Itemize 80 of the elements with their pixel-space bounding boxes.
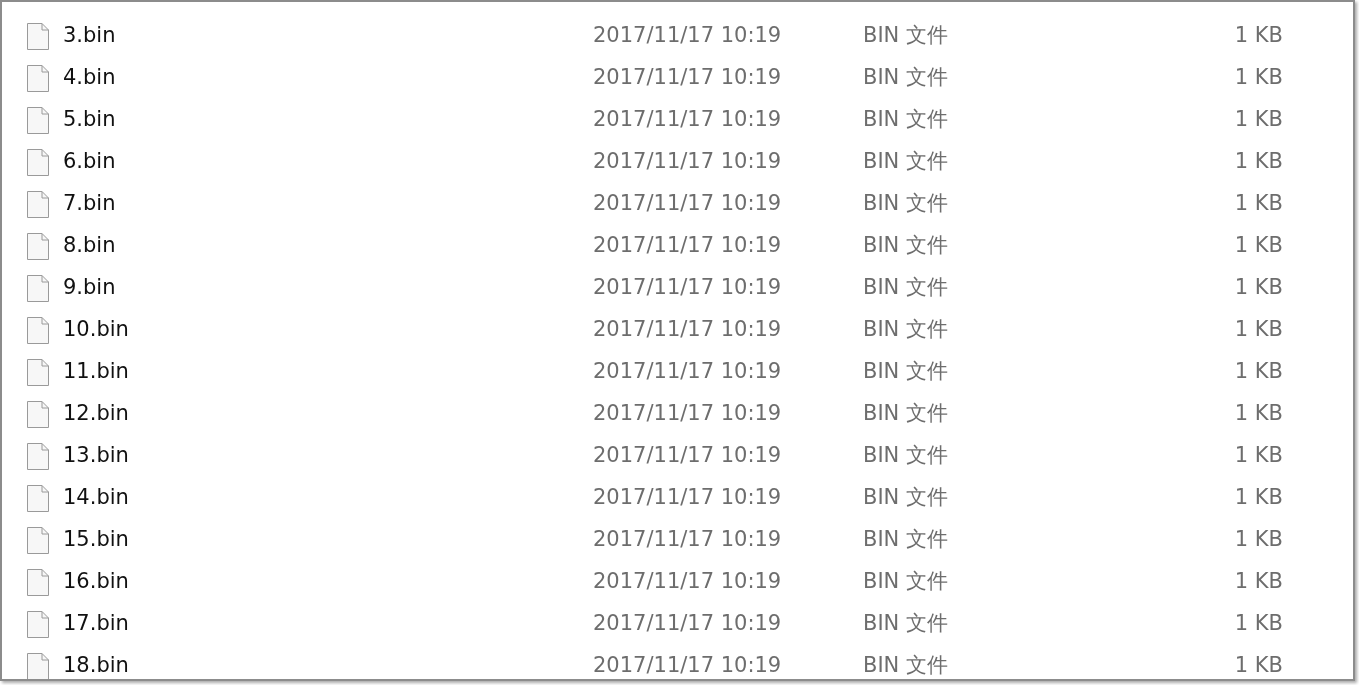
- file-type: BIN 文件: [863, 107, 948, 132]
- file-size: 1 KB: [1234, 485, 1283, 510]
- file-name[interactable]: 5.bin: [63, 107, 116, 132]
- file-size: 1 KB: [1234, 401, 1283, 426]
- file-icon: [27, 64, 49, 92]
- modified-date: 2017/11/17 10:19: [593, 275, 782, 300]
- file-icon: [27, 400, 49, 428]
- file-icon: [27, 652, 49, 679]
- file-name[interactable]: 14.bin: [63, 485, 129, 510]
- modified-date: 2017/11/17 10:19: [593, 317, 782, 342]
- file-name[interactable]: 4.bin: [63, 65, 116, 90]
- file-size: 1 KB: [1234, 107, 1283, 132]
- modified-date: 2017/11/17 10:19: [593, 485, 782, 510]
- file-name[interactable]: 13.bin: [63, 443, 129, 468]
- file-name[interactable]: 7.bin: [63, 191, 116, 216]
- file-type: BIN 文件: [863, 317, 948, 342]
- file-type: BIN 文件: [863, 401, 948, 426]
- file-size: 1 KB: [1234, 23, 1283, 48]
- file-name[interactable]: 8.bin: [63, 233, 116, 258]
- file-type: BIN 文件: [863, 191, 948, 216]
- modified-date: 2017/11/17 10:19: [593, 107, 782, 132]
- file-icon: [27, 484, 49, 512]
- file-size: 1 KB: [1234, 611, 1283, 636]
- file-name[interactable]: 16.bin: [63, 569, 129, 594]
- file-name[interactable]: 3.bin: [63, 23, 116, 48]
- file-icon: [27, 148, 49, 176]
- modified-date: 2017/11/17 10:19: [593, 401, 782, 426]
- file-type: BIN 文件: [863, 443, 948, 468]
- modified-date: 2017/11/17 10:19: [593, 653, 782, 678]
- file-name[interactable]: 12.bin: [63, 401, 129, 426]
- file-size: 1 KB: [1234, 317, 1283, 342]
- file-icon: [27, 610, 49, 638]
- file-name[interactable]: 17.bin: [63, 611, 129, 636]
- file-icon: [27, 316, 49, 344]
- modified-date: 2017/11/17 10:19: [593, 191, 782, 216]
- modified-date: 2017/11/17 10:19: [593, 359, 782, 384]
- file-name[interactable]: 10.bin: [63, 317, 129, 342]
- file-name[interactable]: 11.bin: [63, 359, 129, 384]
- file-icon: [27, 232, 49, 260]
- file-name[interactable]: 15.bin: [63, 527, 129, 552]
- file-size: 1 KB: [1234, 359, 1283, 384]
- file-size: 1 KB: [1234, 191, 1283, 216]
- file-type: BIN 文件: [863, 569, 948, 594]
- file-type: BIN 文件: [863, 149, 948, 174]
- file-type: BIN 文件: [863, 527, 948, 552]
- file-type: BIN 文件: [863, 653, 948, 678]
- modified-date: 2017/11/17 10:19: [593, 611, 782, 636]
- modified-date: 2017/11/17 10:19: [593, 149, 782, 174]
- file-type: BIN 文件: [863, 65, 948, 90]
- modified-date: 2017/11/17 10:19: [593, 527, 782, 552]
- file-type: BIN 文件: [863, 275, 948, 300]
- file-size: 1 KB: [1234, 65, 1283, 90]
- file-icon: [27, 358, 49, 386]
- modified-date: 2017/11/17 10:19: [593, 233, 782, 258]
- modified-date: 2017/11/17 10:19: [593, 65, 782, 90]
- modified-date: 2017/11/17 10:19: [593, 569, 782, 594]
- modified-date: 2017/11/17 10:19: [593, 23, 782, 48]
- file-size: 1 KB: [1234, 527, 1283, 552]
- file-icon: [27, 22, 49, 50]
- file-icon: [27, 274, 49, 302]
- file-type: BIN 文件: [863, 233, 948, 258]
- file-type: BIN 文件: [863, 485, 948, 510]
- modified-date: 2017/11/17 10:19: [593, 443, 782, 468]
- file-size: 1 KB: [1234, 653, 1283, 678]
- file-size: 1 KB: [1234, 149, 1283, 174]
- file-name[interactable]: 6.bin: [63, 149, 116, 174]
- file-icon: [27, 442, 49, 470]
- file-icon: [27, 526, 49, 554]
- file-icon: [27, 568, 49, 596]
- file-icon: [27, 190, 49, 218]
- file-size: 1 KB: [1234, 569, 1283, 594]
- file-size: 1 KB: [1234, 233, 1283, 258]
- file-size: 1 KB: [1234, 443, 1283, 468]
- file-type: BIN 文件: [863, 611, 948, 636]
- file-type: BIN 文件: [863, 23, 948, 48]
- file-size: 1 KB: [1234, 275, 1283, 300]
- file-icon: [27, 106, 49, 134]
- file-type: BIN 文件: [863, 359, 948, 384]
- file-name[interactable]: 18.bin: [63, 653, 129, 678]
- file-name[interactable]: 9.bin: [63, 275, 116, 300]
